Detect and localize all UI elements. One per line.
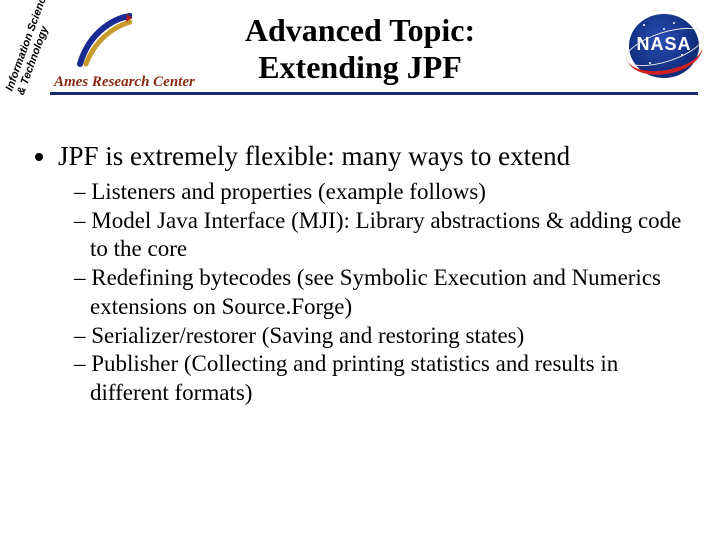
sub-list: Listeners and properties (example follow… bbox=[58, 178, 696, 408]
title-line-2: Extending JPF bbox=[258, 49, 462, 85]
list-item: Redefining bytecodes (see Symbolic Execu… bbox=[72, 264, 696, 322]
nasa-logo: NASA bbox=[626, 14, 702, 78]
list-item: Model Java Interface (MJI): Library abst… bbox=[72, 207, 696, 265]
sub-text: Serializer/restorer (Saving and restorin… bbox=[91, 323, 524, 348]
bullet-text: JPF is extremely flexible: many ways to … bbox=[58, 141, 570, 171]
list-item: JPF is extremely flexible: many ways to … bbox=[58, 140, 696, 408]
nasa-wordmark: NASA bbox=[626, 34, 702, 55]
slide-title: Advanced Topic: Extending JPF bbox=[0, 12, 720, 86]
sub-text: Model Java Interface (MJI): Library abst… bbox=[90, 208, 681, 262]
slide: Information Sciences & Technology Ames R… bbox=[0, 0, 720, 540]
slide-content: JPF is extremely flexible: many ways to … bbox=[30, 140, 696, 414]
sub-text: Redefining bytecodes (see Symbolic Execu… bbox=[90, 265, 661, 319]
title-line-1: Advanced Topic: bbox=[245, 12, 475, 48]
header-divider bbox=[50, 92, 698, 95]
sub-text: Publisher (Collecting and printing stati… bbox=[90, 351, 618, 405]
list-item: Publisher (Collecting and printing stati… bbox=[72, 350, 696, 408]
slide-header: Information Sciences & Technology Ames R… bbox=[0, 0, 720, 100]
list-item: Serializer/restorer (Saving and restorin… bbox=[72, 322, 696, 351]
bullet-list: JPF is extremely flexible: many ways to … bbox=[30, 140, 696, 408]
list-item: Listeners and properties (example follow… bbox=[72, 178, 696, 207]
sub-text: Listeners and properties (example follow… bbox=[91, 179, 486, 204]
